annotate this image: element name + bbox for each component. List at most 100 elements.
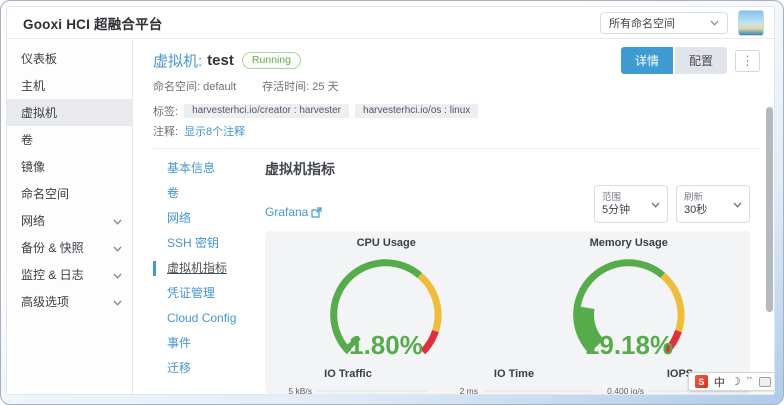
tags-list: harvesterhci.io/creator : harvester harve… [184,104,478,118]
range-select[interactable]: 范围 5分钟 [594,185,668,223]
more-actions-button[interactable]: ⋮ [735,50,760,72]
tab-凭证管理[interactable]: 凭证管理 [153,286,265,301]
metrics-title: 虚拟机指标 [265,159,750,179]
window-frame: Gooxi HCI 超融合平台 所有命名空间 仪表板主机虚拟机卷镜像命名空间网络… [0,0,784,405]
tab-ssh-密钥[interactable]: SSH 密钥 [153,236,265,251]
sidebar-item-主机[interactable]: 主机 [7,72,132,99]
namespace-selector[interactable]: 所有命名空间 [600,12,728,34]
namespace-value: default [203,81,236,93]
charts-row: IO Traffic 5 kB/s4 kB/s3 kB/s IO Time 2 ms1… [265,368,750,394]
metrics-section: 虚拟机指标 Grafana [265,159,760,394]
sidebar-list: 仪表板主机虚拟机卷镜像命名空间网络备份 & 快照监控 & 日志高级选项 [7,45,132,315]
label-chip: harvesterhci.io/os : linux [355,104,478,118]
refresh-label: 刷新 [684,191,707,204]
sidebar-item-命名空间[interactable]: 命名空间 [7,180,132,207]
show-annotations-link[interactable]: 显示8个注释 [184,123,245,139]
metrics-panel: CPU Usage 1.80% Memory Usage 19.18% IO Traf… [265,231,750,394]
metrics-selects: 范围 5分钟 刷新 [594,185,750,223]
detail-tabs: 基本信息卷网络 SSH 密钥虚拟机指标凭证管理 Cloud Config 事件迁移 [153,159,265,394]
ime-language-mode[interactable]: 中 [714,374,725,390]
namespace-meta: 命名空间: default [153,78,236,94]
tab-基本信息[interactable]: 基本信息 [153,161,265,176]
range-value: 5分钟 [602,204,630,217]
sidebar-item-label: 命名空间 [21,185,69,202]
sidebar-item-label: 网络 [21,212,45,229]
sidebar-item-仪表板[interactable]: 仪表板 [7,45,132,72]
gauge-title: Memory Usage [590,237,668,249]
tab-虚拟机指标[interactable]: 虚拟机指标 [153,261,265,276]
chart-title: IO Time [494,368,534,380]
grafana-link[interactable]: Grafana [265,205,322,219]
chevron-down-icon [113,241,122,255]
refresh-select[interactable]: 刷新 30秒 [676,185,750,223]
annotations-caption: 注释: [153,123,178,139]
sidebar-item-备份-快照[interactable]: 备份 & 快照 [7,234,132,261]
page-title-row: 虚拟机: test Running 详情 配置 ⋮ [153,47,760,74]
detail-content: 基本信息卷网络SSH 密钥虚拟机指标凭证管理Cloud Config事件迁移 虚… [153,149,760,394]
sidebar-item-label: 虚拟机 [21,104,57,121]
svg-text:2 ms: 2 ms [460,386,478,394]
chart-plot: 5 kB/s4 kB/s3 kB/s [265,383,431,394]
cpu-usage-gauge: CPU Usage 1.80% [265,237,508,364]
age-value: 25 天 [312,81,338,93]
sidebar-item-label: 卷 [21,131,33,148]
label-chip: harvesterhci.io/creator : harvester [184,104,349,118]
main-content: 虚拟机: test Running 详情 配置 ⋮ 命名空间: default [133,39,774,394]
avatar[interactable] [738,10,764,36]
svg-text:1.80%: 1.80% [349,330,423,360]
meta-row: 命名空间: default 存活时间: 25 天 [153,78,760,94]
sidebar-item-label: 监控 & 日志 [21,266,84,283]
external-link-icon [311,207,322,218]
ime-fullwidth-icon[interactable]: ☽ [731,375,741,388]
ime-toolbar[interactable]: S 中 ☽ ’’ [688,372,775,391]
ime-logo-icon[interactable]: S [695,375,708,388]
svg-text:0.400 io/s: 0.400 io/s [607,386,644,394]
header-right: 所有命名空间 [600,10,764,36]
sidebar-item-监控-日志[interactable]: 监控 & 日志 [7,261,132,288]
chevron-down-icon [733,195,742,213]
grafana-label: Grafana [265,205,308,219]
tab-事件[interactable]: 事件 [153,336,265,351]
sidebar-item-卷[interactable]: 卷 [7,126,132,153]
app-body: 仪表板主机虚拟机卷镜像命名空间网络备份 & 快照监控 & 日志高级选项 虚拟机:… [7,39,774,394]
namespace-label: 命名空间: [153,81,200,93]
details-button[interactable]: 详情 [621,47,673,74]
app-window: Gooxi HCI 超融合平台 所有命名空间 仪表板主机虚拟机卷镜像命名空间网络… [6,6,775,395]
chevron-down-icon [113,268,122,282]
sidebar-item-label: 仪表板 [21,50,57,67]
status-badge: Running [242,52,301,69]
gauges-row: CPU Usage 1.80% Memory Usage 19.18% [265,237,750,364]
tab-卷[interactable]: 卷 [153,186,265,201]
scrollbar-thumb[interactable] [766,107,773,312]
resource-type-link[interactable]: 虚拟机: [153,50,202,71]
sidebar-item-虚拟机[interactable]: 虚拟机 [7,99,132,126]
sidebar-item-高级选项[interactable]: 高级选项 [7,288,132,315]
sidebar-item-label: 主机 [21,77,45,94]
sidebar-item-镜像[interactable]: 镜像 [7,153,132,180]
chevron-down-icon [651,195,660,213]
ime-keyboard-icon[interactable] [759,377,771,387]
action-buttons: 详情 配置 ⋮ [621,47,760,74]
gauge-arc: 1.80% [291,251,481,364]
sidebar-item-label: 高级选项 [21,293,69,310]
resource-name: test [207,52,234,69]
svg-text:19.18%: 19.18% [585,330,673,360]
gauge-arc: 19.18% [534,251,724,364]
memory-usage-gauge: Memory Usage 19.18% [508,237,751,364]
sidebar-item-label: 镜像 [21,158,45,175]
svg-text:5 kB/s: 5 kB/s [288,386,312,394]
tab-网络[interactable]: 网络 [153,211,265,226]
tab-cloud-config[interactable]: Cloud Config [153,311,265,326]
chart-plot: 2 ms1.50 ms1 ms [431,383,597,394]
labels-row: 标签: harvesterhci.io/creator : harvesterh… [153,103,760,119]
gauge-title: CPU Usage [357,237,416,249]
refresh-value: 30秒 [684,204,707,217]
chart-title: IO Traffic [324,368,372,380]
namespace-selector-value: 所有命名空间 [609,15,675,31]
app-brand: Gooxi HCI 超融合平台 [23,13,163,33]
tab-迁移[interactable]: 迁移 [153,361,265,376]
sidebar: 仪表板主机虚拟机卷镜像命名空间网络备份 & 快照监控 & 日志高级选项 [7,39,133,394]
ime-punctuation-icon[interactable]: ’’ [747,376,753,387]
sidebar-item-网络[interactable]: 网络 [7,207,132,234]
config-button[interactable]: 配置 [675,47,727,74]
